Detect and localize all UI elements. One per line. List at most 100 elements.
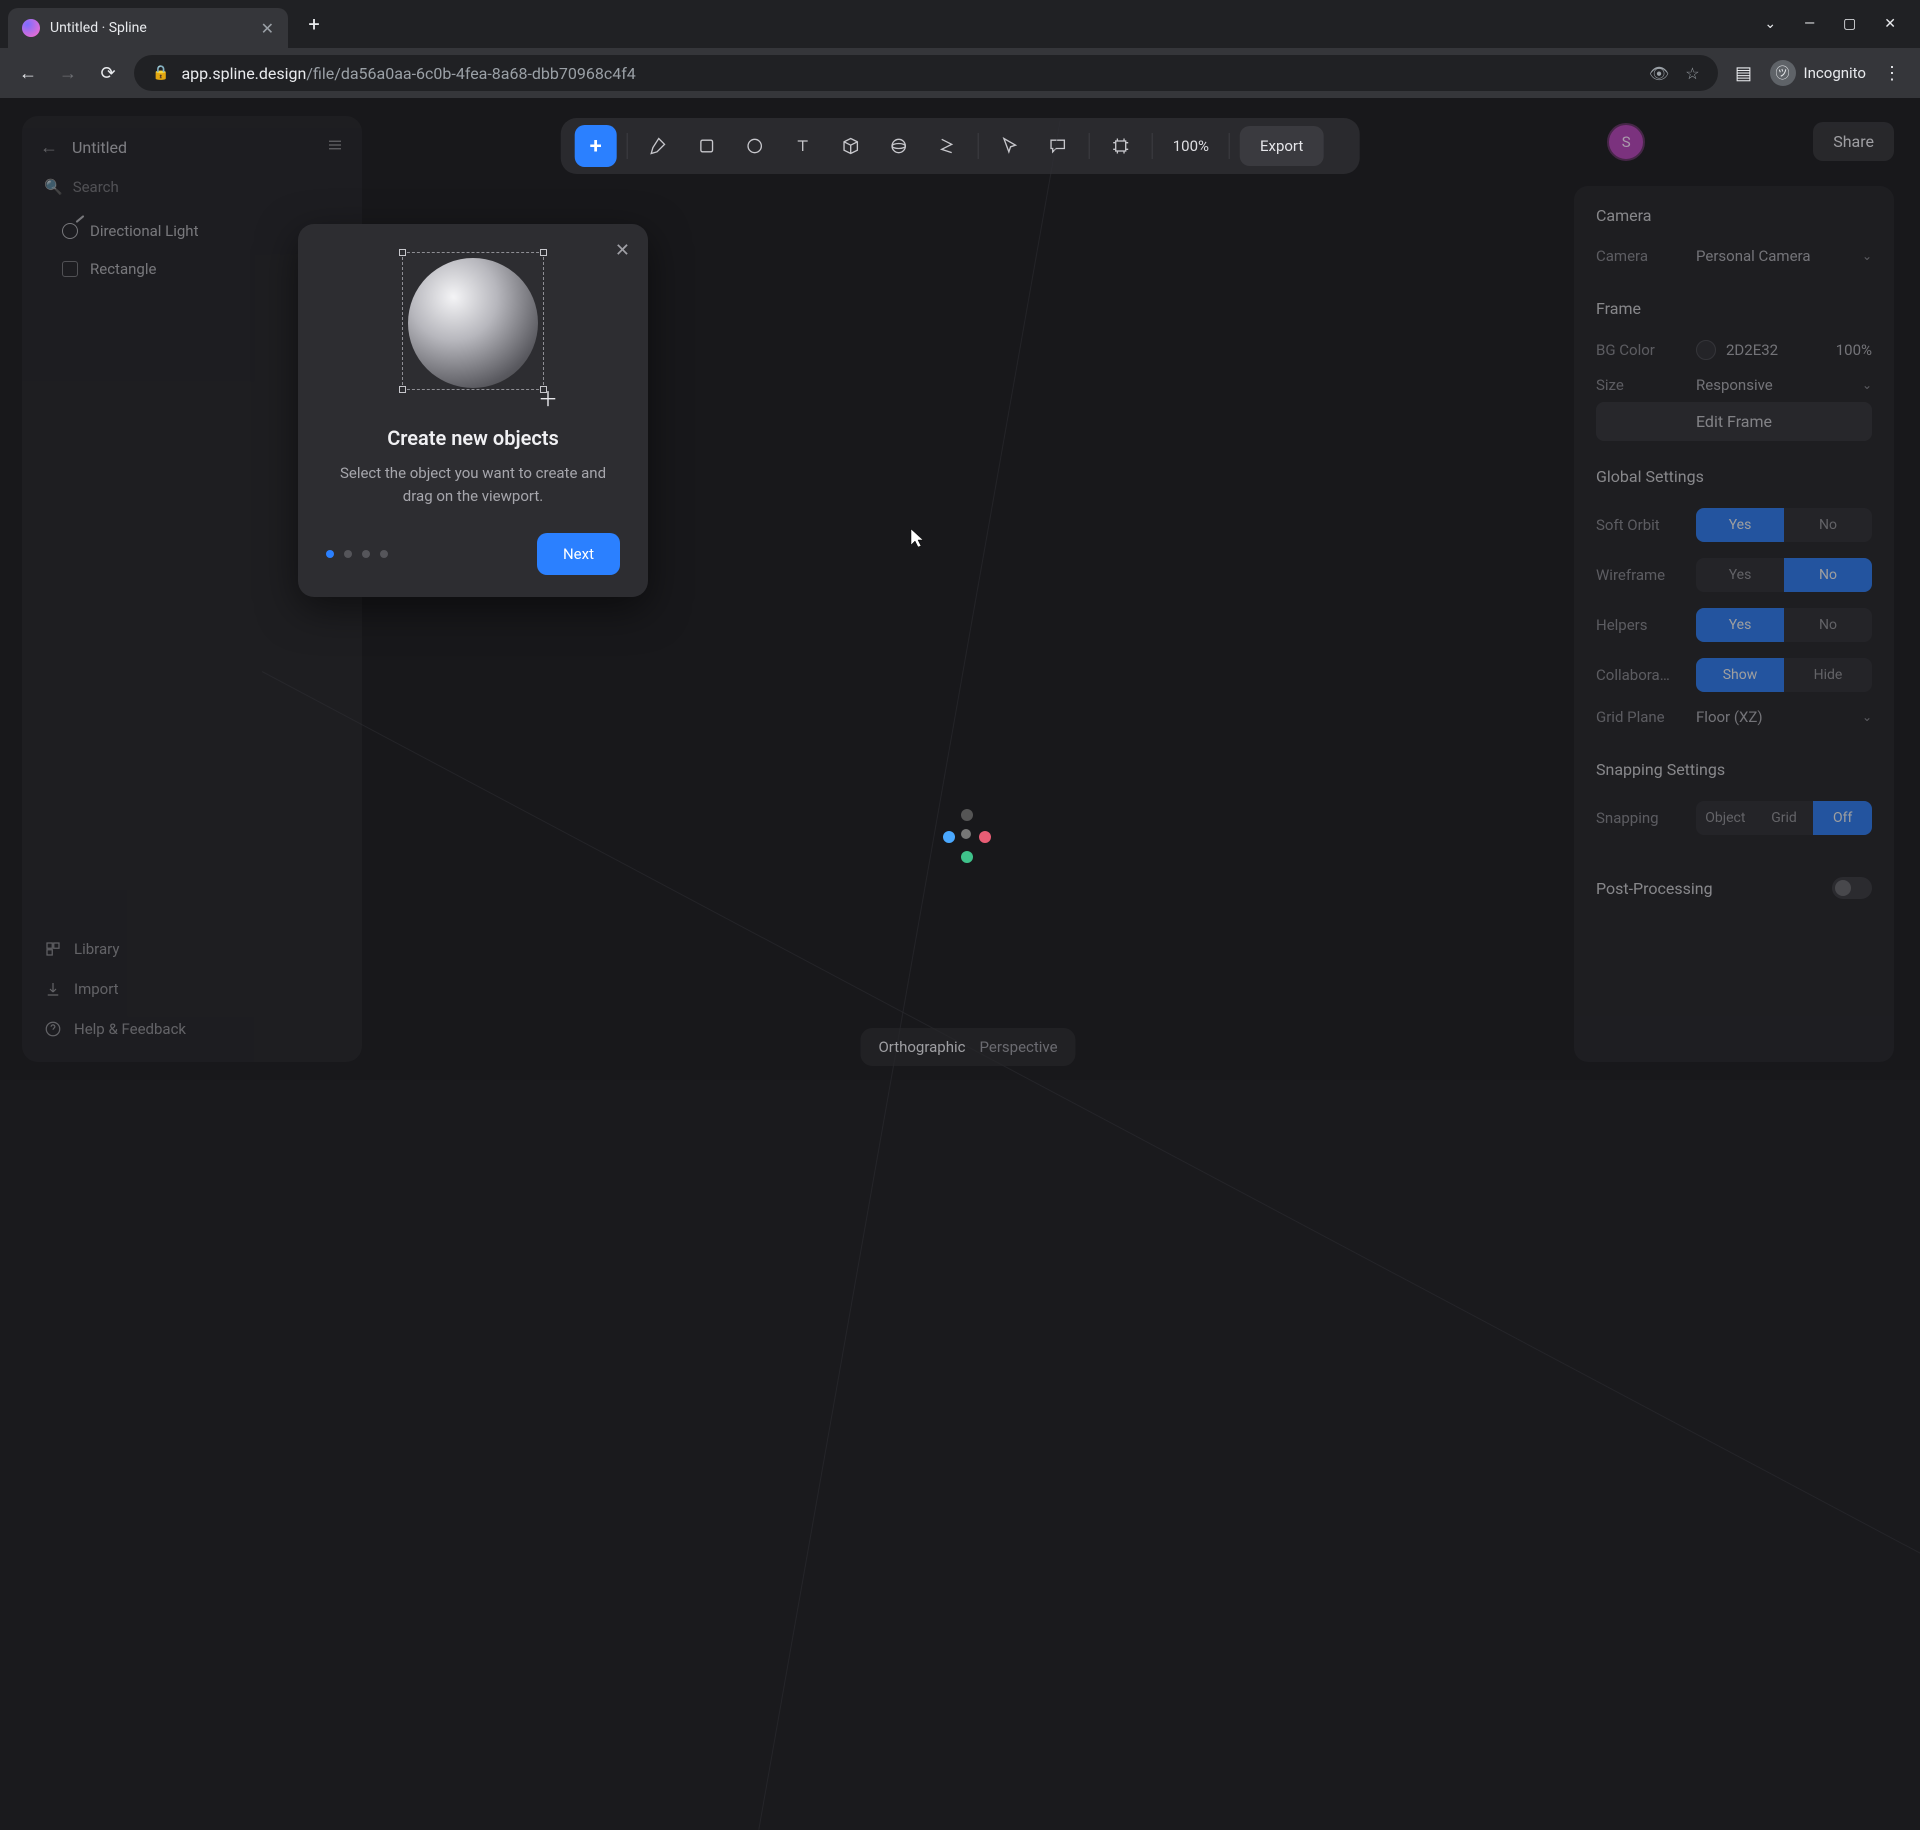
section-title-post: Post-Processing	[1596, 879, 1713, 898]
section-title-frame: Frame	[1596, 299, 1872, 318]
step-dot[interactable]	[326, 550, 334, 558]
back-arrow-icon[interactable]: ←	[40, 137, 58, 158]
tab-title: Untitled · Spline	[50, 20, 251, 36]
projection-switch: Orthographic Perspective	[860, 1028, 1075, 1066]
search-icon: 🔍	[44, 178, 63, 196]
popover-preview: ＋	[398, 252, 548, 402]
grid-line	[759, 120, 1061, 1830]
kebab-menu-icon[interactable]: ⋮	[1878, 59, 1906, 87]
camera-row[interactable]: Camera Personal Camera⌄	[1596, 239, 1872, 273]
post-processing-switch[interactable]	[1832, 877, 1872, 899]
browser-titlebar: Untitled · Spline ✕ + ⌄ — ▢ ✕	[0, 0, 1920, 48]
maximize-icon[interactable]: ▢	[1843, 16, 1856, 32]
address-bar[interactable]: 🔒 app.spline.design/file/da56a0aa-6c0b-4…	[134, 55, 1718, 91]
reload-button[interactable]: ⟳	[94, 59, 122, 87]
axis-x-icon[interactable]	[979, 831, 991, 843]
rectangle-icon	[62, 261, 78, 277]
axis-z-icon[interactable]	[961, 851, 973, 863]
tool-cursor-icon[interactable]	[989, 125, 1031, 167]
axis-center-icon	[961, 829, 971, 839]
step-dot[interactable]	[362, 550, 370, 558]
url-text: app.spline.design/file/da56a0aa-6c0b-4fe…	[181, 64, 635, 83]
step-dot[interactable]	[380, 550, 388, 558]
incognito-chip[interactable]: ㋡ Incognito	[1770, 60, 1866, 86]
section-title-snapping: Snapping Settings	[1596, 760, 1872, 779]
hamburger-icon[interactable]	[326, 136, 344, 158]
chevron-down-icon[interactable]: ⌄	[1764, 16, 1776, 32]
tool-sphere-icon[interactable]	[878, 125, 920, 167]
section-title-camera: Camera	[1596, 206, 1872, 225]
forward-button[interactable]: →	[54, 59, 82, 87]
window-controls: ⌄ — ▢ ✕	[1764, 16, 1920, 32]
axis-neg-icon	[961, 809, 973, 821]
play-button[interactable]	[1329, 136, 1345, 157]
snapping-toggle[interactable]: Object Grid Off	[1696, 801, 1872, 835]
popover-title: Create new objects	[326, 426, 620, 450]
app-root: ← Untitled 🔍 Search Directional Light Re…	[0, 98, 1920, 1080]
tool-ellipse-icon[interactable]	[734, 125, 776, 167]
chevron-down-icon: ⌄	[1862, 378, 1872, 392]
collab-toggle[interactable]: ShowHide	[1696, 658, 1872, 692]
browser-tab[interactable]: Untitled · Spline ✕	[8, 8, 288, 48]
grid-plane-row[interactable]: Grid Plane Floor (XZ)⌄	[1596, 700, 1872, 734]
back-button[interactable]: ←	[14, 59, 42, 87]
wireframe-toggle[interactable]: YesNo	[1696, 558, 1872, 592]
mouse-cursor-icon	[910, 528, 924, 548]
spline-favicon	[22, 19, 40, 37]
popover-close-icon[interactable]: ✕	[615, 240, 630, 261]
help-button[interactable]: Help & Feedback	[44, 1012, 340, 1046]
axis-gizmo[interactable]	[933, 801, 1003, 871]
lock-icon: 🔒	[152, 65, 169, 81]
perspective-mode[interactable]: Perspective	[980, 1038, 1058, 1056]
edit-frame-button[interactable]: Edit Frame	[1596, 402, 1872, 441]
library-icon	[44, 940, 62, 958]
tab-close-icon[interactable]: ✕	[261, 19, 274, 38]
add-object-button[interactable]: +	[575, 125, 617, 167]
next-button[interactable]: Next	[537, 533, 620, 575]
soft-orbit-toggle[interactable]: YesNo	[1696, 508, 1872, 542]
tool-path-icon[interactable]	[926, 125, 968, 167]
inspector-panel: Camera Camera Personal Camera⌄ Frame BG …	[1574, 186, 1894, 1062]
top-toolbar: + 100% Export	[561, 118, 1360, 174]
browser-toolbar: ← → ⟳ 🔒 app.spline.design/file/da56a0aa-…	[0, 48, 1920, 98]
user-avatar[interactable]: S	[1607, 123, 1645, 161]
export-button[interactable]: Export	[1240, 126, 1323, 166]
search-placeholder: Search	[73, 178, 119, 196]
eye-off-icon[interactable]: 👁	[1649, 64, 1669, 83]
chevron-down-icon: ⌄	[1862, 710, 1872, 724]
incognito-icon: ㋡	[1770, 60, 1796, 86]
popover-description: Select the object you want to create and…	[326, 462, 620, 507]
share-button[interactable]: Share	[1813, 122, 1894, 161]
minimize-icon[interactable]: —	[1804, 16, 1815, 32]
help-icon	[44, 1020, 62, 1038]
share-area: S Share	[1607, 122, 1894, 161]
new-tab-button[interactable]: +	[298, 8, 330, 40]
step-dots	[326, 550, 388, 558]
axis-y-icon[interactable]	[943, 831, 955, 843]
light-icon	[62, 223, 78, 239]
section-title-global: Global Settings	[1596, 467, 1872, 486]
side-panel-icon[interactable]: ▤	[1730, 59, 1758, 87]
tool-pen-icon[interactable]	[638, 125, 680, 167]
search-input[interactable]: 🔍 Search	[22, 168, 362, 206]
scene-item-label: Rectangle	[90, 260, 156, 278]
helpers-toggle[interactable]: YesNo	[1696, 608, 1872, 642]
tool-cube-icon[interactable]	[830, 125, 872, 167]
scene-item-label: Directional Light	[90, 222, 198, 240]
close-window-icon[interactable]: ✕	[1884, 16, 1896, 32]
bgcolor-row[interactable]: BG Color 2D2E32 100%	[1596, 332, 1872, 368]
import-icon	[44, 980, 62, 998]
tool-frame-icon[interactable]	[1100, 125, 1142, 167]
import-button[interactable]: Import	[44, 972, 340, 1006]
tool-text-icon[interactable]	[782, 125, 824, 167]
color-swatch[interactable]	[1696, 340, 1716, 360]
library-button[interactable]: Library	[44, 932, 340, 966]
zoom-level[interactable]: 100%	[1163, 137, 1219, 155]
plus-cursor-icon: ＋	[538, 383, 558, 412]
step-dot[interactable]	[344, 550, 352, 558]
orthographic-mode[interactable]: Orthographic	[878, 1038, 965, 1056]
tool-rectangle-icon[interactable]	[686, 125, 728, 167]
document-title[interactable]: Untitled	[72, 138, 312, 157]
size-row[interactable]: Size Responsive⌄	[1596, 368, 1872, 402]
bookmark-star-icon[interactable]: ☆	[1685, 64, 1699, 83]
